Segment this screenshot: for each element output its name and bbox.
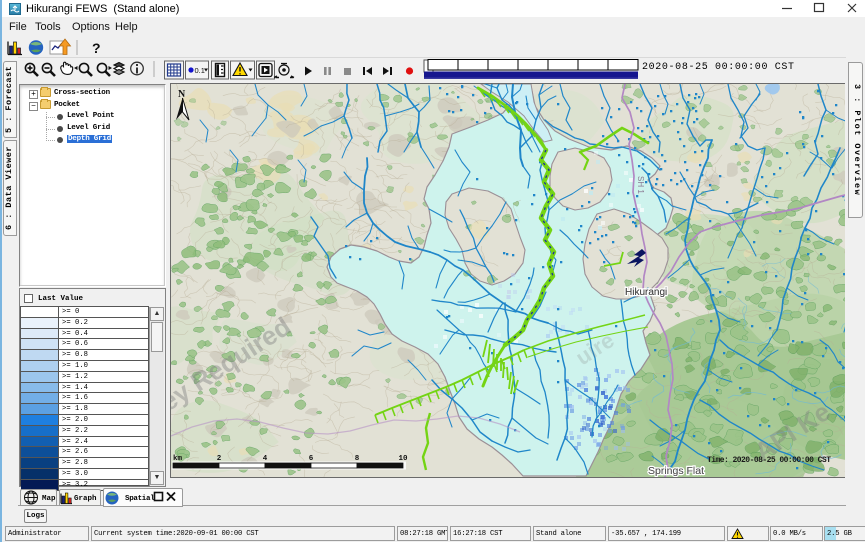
svg-text:Time: 2020-08-25 00:00:00 CST: Time: 2020-08-25 00:00:00 CST: [707, 456, 831, 465]
svg-text:8: 8: [355, 455, 360, 463]
svg-text:10: 10: [398, 455, 408, 463]
svg-text:2020-08-25 00:00:00 CST: 2020-08-25 00:00:00 CST: [642, 62, 794, 73]
svg-text:Springs Flat: Springs Flat: [648, 465, 704, 477]
svg-text:4: 4: [263, 455, 268, 463]
svg-text:6: 6: [309, 455, 314, 463]
svg-text:km: km: [173, 455, 183, 463]
svg-text:2: 2: [217, 455, 222, 463]
svg-text:0.1: 0.1: [195, 66, 205, 75]
svg-text:?: ?: [92, 40, 101, 56]
svg-text:Hikurangi: Hikurangi: [625, 287, 667, 298]
svg-text:SH 1: SH 1: [636, 176, 645, 194]
